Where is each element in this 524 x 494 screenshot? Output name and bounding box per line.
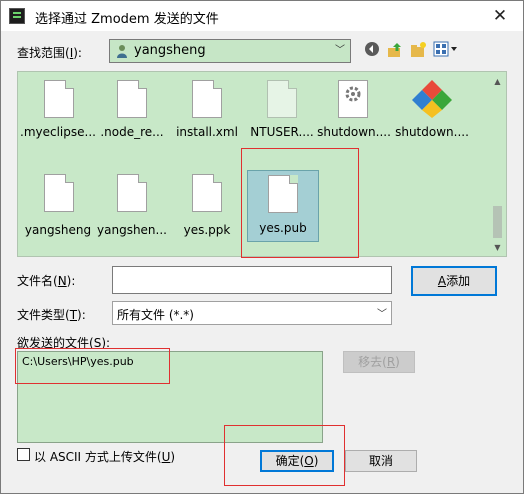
close-button[interactable]: ✕: [477, 1, 523, 31]
filetype-label-text: 文件类型(: [17, 308, 70, 322]
window-title: 选择通过 Zmodem 发送的文件: [35, 12, 219, 27]
scroll-up-arrow-icon[interactable]: ▲: [489, 74, 506, 90]
filename-input[interactable]: [112, 266, 392, 294]
send-list-label: 欲发送的文件(S):: [17, 334, 110, 351]
file-name[interactable]: NTUSER....: [242, 125, 322, 139]
list-item[interactable]: C:\Users\HP\yes.pub: [22, 355, 134, 368]
ascii-mode-label-end: ): [170, 450, 176, 464]
file-icon[interactable]: [117, 80, 147, 118]
file-name[interactable]: shutdown....: [314, 125, 394, 139]
user-icon: [117, 45, 127, 58]
title-bar: 选择通过 Zmodem 发送的文件 ✕: [1, 1, 523, 31]
add-button[interactable]: A添加: [411, 266, 497, 296]
zmodem-file-dialog: 选择通过 Zmodem 发送的文件 ✕ 查找范围(I): yangsheng ﹀…: [0, 0, 524, 494]
scroll-thumb[interactable]: [493, 206, 502, 238]
terminal-app-icon: [9, 8, 25, 24]
ok-button-accel: O: [304, 454, 314, 468]
hidden-file-icon[interactable]: [267, 80, 297, 118]
look-in-label-text: 查找范围(: [17, 46, 70, 60]
chevron-down-icon[interactable]: ﹀: [330, 40, 350, 62]
filetype-label-end: ):: [77, 308, 86, 322]
look-in-label-end: ):: [73, 46, 82, 60]
look-in-label: 查找范围(I):: [17, 44, 82, 61]
look-in-value: yangsheng: [134, 43, 206, 58]
shortcut-file-icon[interactable]: [410, 78, 454, 118]
ok-button-label-end: ): [313, 454, 319, 468]
remove-button-label: 移去(: [358, 355, 387, 369]
filetype-value: 所有文件 (*.*): [117, 308, 194, 322]
add-button-label: 添加: [446, 274, 471, 288]
file-name[interactable]: yangshen...: [92, 223, 172, 237]
file-name[interactable]: install.xml: [167, 125, 247, 139]
file-name[interactable]: yes.ppk: [167, 223, 247, 237]
filetype-label: 文件类型(T):: [17, 306, 86, 323]
filename-label-end: ):: [66, 274, 76, 288]
back-icon[interactable]: [363, 41, 381, 59]
up-folder-icon[interactable]: [386, 41, 404, 59]
file-name[interactable]: shutdown....: [392, 125, 472, 139]
send-file-list[interactable]: C:\Users\HP\yes.pub: [17, 351, 323, 443]
cancel-button-label: 取消: [368, 454, 393, 468]
file-icon[interactable]: [192, 80, 222, 118]
view-menu-icon[interactable]: [433, 41, 459, 59]
new-folder-icon[interactable]: [409, 41, 427, 59]
file-list-scrollbar[interactable]: ▲ ▼: [489, 72, 506, 256]
file-icon[interactable]: [268, 175, 298, 213]
selected-file-item[interactable]: yes.pub: [247, 170, 319, 242]
remove-button-label-end: ): [395, 355, 400, 369]
filetype-select[interactable]: 所有文件 (*.*) ﹀: [112, 301, 392, 325]
ok-button-label: 确定(: [275, 454, 305, 468]
ascii-mode-label[interactable]: 以 ASCII 方式上传文件(U): [34, 448, 175, 465]
chevron-down-icon[interactable]: ﹀: [377, 305, 387, 320]
settings-file-icon[interactable]: [338, 80, 368, 118]
send-list-label-text: 欲发送的文件(: [17, 336, 94, 350]
look-in-combo[interactable]: yangsheng ﹀: [109, 39, 351, 63]
add-button-accel: A: [437, 274, 447, 288]
file-icon[interactable]: [44, 174, 74, 212]
file-icon[interactable]: [44, 80, 74, 118]
ascii-mode-checkbox[interactable]: [17, 448, 30, 461]
filename-label-text: 文件名(: [17, 274, 58, 288]
file-icon[interactable]: [192, 174, 222, 212]
file-name[interactable]: yangsheng: [18, 223, 98, 237]
file-name[interactable]: .node_re...: [92, 125, 172, 139]
remove-button-accel: R: [386, 355, 396, 369]
filename-label: 文件名(N):: [17, 272, 75, 289]
file-name[interactable]: yes.pub: [243, 221, 323, 235]
file-icon[interactable]: [117, 174, 147, 212]
filename-accel: N: [57, 274, 67, 288]
cancel-button[interactable]: 取消: [345, 450, 417, 472]
scroll-down-arrow-icon[interactable]: ▼: [489, 240, 506, 256]
file-list[interactable]: .myeclipse... .node_re... install.xml NT…: [17, 71, 507, 257]
file-name[interactable]: .myeclipse...: [18, 125, 98, 139]
ascii-mode-label-text: 以 ASCII 方式上传文件(: [34, 450, 162, 464]
filetype-accel: T: [69, 308, 78, 322]
send-list-label-end: ):: [101, 336, 111, 350]
ok-button[interactable]: 确定(O): [260, 450, 334, 472]
remove-button[interactable]: 移去(R): [343, 351, 415, 373]
